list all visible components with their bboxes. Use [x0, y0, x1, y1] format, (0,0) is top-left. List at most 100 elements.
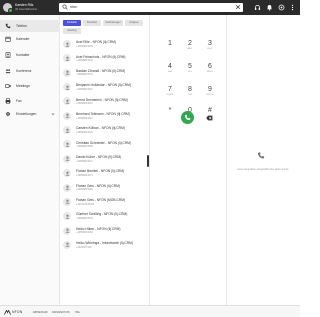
contact-phone: +49898823067: [76, 87, 93, 91]
sidebar-item-telefon[interactable]: Telefon: [0, 20, 60, 32]
person-icon: [65, 99, 69, 104]
contact-list-item[interactable]: Benjamin Hollandar - NFON (Ilj.CRM) +4989…: [60, 80, 146, 94]
sidebar-item-label: Fax: [16, 99, 22, 103]
contact-list-item[interactable]: Bastian Zörandl - NFON (Ilj.CRM) +4989882…: [60, 66, 146, 80]
dialpad-key[interactable]: 1: [160, 40, 180, 58]
contact-list-item[interactable]: Axel Feinschutz - NFON (Ilj.CRM) +4989882…: [60, 51, 146, 65]
avatar: [63, 240, 71, 249]
dialpad-key[interactable]: 7 PQRS: [160, 86, 180, 104]
phone-icon: [257, 152, 265, 159]
person-icon: [65, 185, 69, 190]
filter-chip-meeting[interactable]: Meeting: [63, 28, 81, 34]
conversation-panel: [226, 15, 300, 305]
dialpad-letters: TUV: [187, 94, 193, 96]
person-icon: [65, 113, 69, 118]
backspace-icon[interactable]: [206, 115, 213, 121]
dialpad-digit: 9: [208, 86, 212, 93]
contact-list-item[interactable]: Daniel Küher - NFON (Ilj.CRM) +4989882304…: [60, 152, 146, 166]
dialpad-digit: 6: [208, 63, 212, 70]
video-icon: [5, 84, 11, 88]
more-menu-icon[interactable]: [289, 4, 296, 11]
contact-name: Daniel Küher - NFON (Ilj.CRM): [76, 154, 122, 159]
contact-name: Bastian Zörandl - NFON (Ilj.CRM): [76, 68, 126, 73]
contact-phone: +49898823073: [76, 173, 93, 177]
contact-list-item[interactable]: Bernhard Tellmann - NFON (Ilj.CRM) +49898…: [60, 109, 146, 123]
bell-icon[interactable]: [266, 4, 273, 11]
dialpad-key[interactable]: 3 DEF: [200, 40, 220, 58]
contact-list-item[interactable]: Florian Geis - NFON (MOB.CRM) +4917123450…: [60, 195, 146, 209]
sidebar-item-einstellungen[interactable]: Einstellungen: [0, 108, 60, 120]
conference-icon: [5, 69, 11, 74]
chevron-down-icon: [51, 113, 55, 115]
avatar: [63, 183, 71, 192]
contact-list-item[interactable]: Günther Schilling - NFON (Ilj.CRM) +49898…: [60, 209, 146, 223]
filter-chip-favoriten[interactable]: Favoriten: [83, 20, 101, 26]
dialpad-digit: 5: [188, 63, 192, 70]
contact-name: Florian Geis - NFON (MOB.CRM): [76, 198, 126, 203]
footer-link-datenschutz[interactable]: DATENSCHUTZ: [52, 311, 70, 314]
dialpad-key[interactable]: 6 MNO: [200, 63, 220, 81]
calendar-icon: [5, 36, 11, 42]
call-button[interactable]: [181, 111, 194, 124]
contact-list-item[interactable]: Carsten Külhan - NFON (Ilj.CRM) +49898823…: [60, 123, 146, 137]
contact-name: Benjamin Hollandar - NFON (Ilj.CRM): [76, 83, 131, 88]
dialpad-key[interactable]: 4 GHI: [160, 63, 180, 81]
sidebar-item-meetings[interactable]: Meetings: [0, 80, 60, 92]
dialpad-letters: JKL: [187, 71, 193, 73]
contact-name: Bernd Dennerlein - NFON (Ilj.CRM): [76, 97, 128, 102]
dialpad-key[interactable]: *: [160, 107, 180, 125]
contacts-icon: [5, 52, 11, 58]
contact-phone: +49898823056: [76, 145, 93, 149]
person-icon: [65, 199, 69, 205]
clear-search-icon[interactable]: [235, 4, 241, 10]
person-icon: [65, 142, 69, 147]
sidebar-item-label: Kontakte: [16, 53, 30, 57]
contact-list-item[interactable]: Bernd Dennerlein - NFON (Ilj.CRM) +498988…: [60, 94, 146, 108]
contact-list-item[interactable]: Florian Bechtel - NFON (Ilj.CRM) +4989882…: [60, 166, 146, 180]
dialpad: 12ABC3DEF4GHI5JKL6MNO7PQRS8TUV9WXYZ*0+#: [150, 15, 226, 305]
avatar: [63, 197, 71, 206]
contact-phone: +49898823034: [76, 59, 93, 63]
user-name[interactable]: Karsten Ritz: [15, 3, 33, 7]
user-avatar[interactable]: [3, 3, 13, 13]
person-icon: [65, 228, 69, 233]
sidebar-item-kontakte[interactable]: Kontakte: [0, 49, 60, 61]
person-icon: [65, 70, 69, 75]
fax-icon: [5, 98, 11, 104]
top-bar: Karsten Ritz (0) Geschäftsfuhrer: [0, 0, 300, 15]
person-icon: [65, 56, 69, 61]
sidebar-item-kalender[interactable]: Kalender: [0, 33, 60, 45]
footer-link-impressum[interactable]: IMPRESSUM: [33, 311, 47, 314]
dialpad-key[interactable]: 5 JKL: [180, 63, 200, 81]
search-input[interactable]: [70, 2, 230, 12]
footer-link-hilfe[interactable]: Hilfe: [75, 311, 80, 314]
dialpad-key[interactable]: 2 ABC: [180, 40, 200, 58]
contact-list-item[interactable]: Axel Elite - NFON (Ilj.CRM) +49898823035: [60, 37, 146, 51]
notification-icon[interactable]: [278, 4, 285, 11]
filter-chip-kontakte[interactable]: Kontakte: [63, 20, 81, 26]
dialpad-letters: ABC: [187, 48, 193, 50]
sidebar-item-fax[interactable]: Fax: [0, 95, 60, 107]
contact-name: Heiko Wieninga - Infonetwork (Ilj.CRM): [76, 241, 133, 246]
dialpad-letters: DEF: [207, 48, 213, 50]
person-icon: [65, 156, 69, 162]
sidebar: Telefon Kalender Kontakte Konferenz Meet…: [0, 15, 60, 305]
dialpad-digit: 4: [168, 63, 172, 70]
sidebar-item-label: Kalender: [16, 37, 30, 41]
avatar: [63, 54, 71, 63]
filter-chip-verbindungen[interactable]: Verbindungen: [103, 20, 123, 26]
contact-list-item[interactable]: Florian Geis - NFON (Ilj.CRM) +4989882309…: [60, 181, 146, 195]
dialpad-key[interactable]: 9 WXYZ: [200, 86, 220, 104]
contact-list-item[interactable]: Heiko Hüber - NFON (Ilj.CRM) +49898823062: [60, 224, 146, 238]
filter-chip-gruppen[interactable]: Gruppen: [125, 20, 143, 26]
contact-list-item[interactable]: Christian Schneider - NFON (Ilj.CRM) +498…: [60, 137, 146, 151]
sidebar-item-label: Einstellungen: [16, 112, 37, 116]
person-icon: [65, 171, 69, 176]
sidebar-item-konferenz[interactable]: Konferenz: [0, 65, 60, 77]
contact-name: Heiko Hüber - NFON (Ilj.CRM): [76, 226, 121, 231]
headset-icon[interactable]: [254, 4, 261, 11]
contact-list-item[interactable]: Heiko Wieninga - Infonetwork (Ilj.CRM) +4…: [60, 238, 146, 252]
contact-phone: +4921387345: [76, 245, 92, 249]
phone-call-icon: [184, 114, 191, 121]
dialpad-key[interactable]: 8 TUV: [180, 86, 200, 104]
